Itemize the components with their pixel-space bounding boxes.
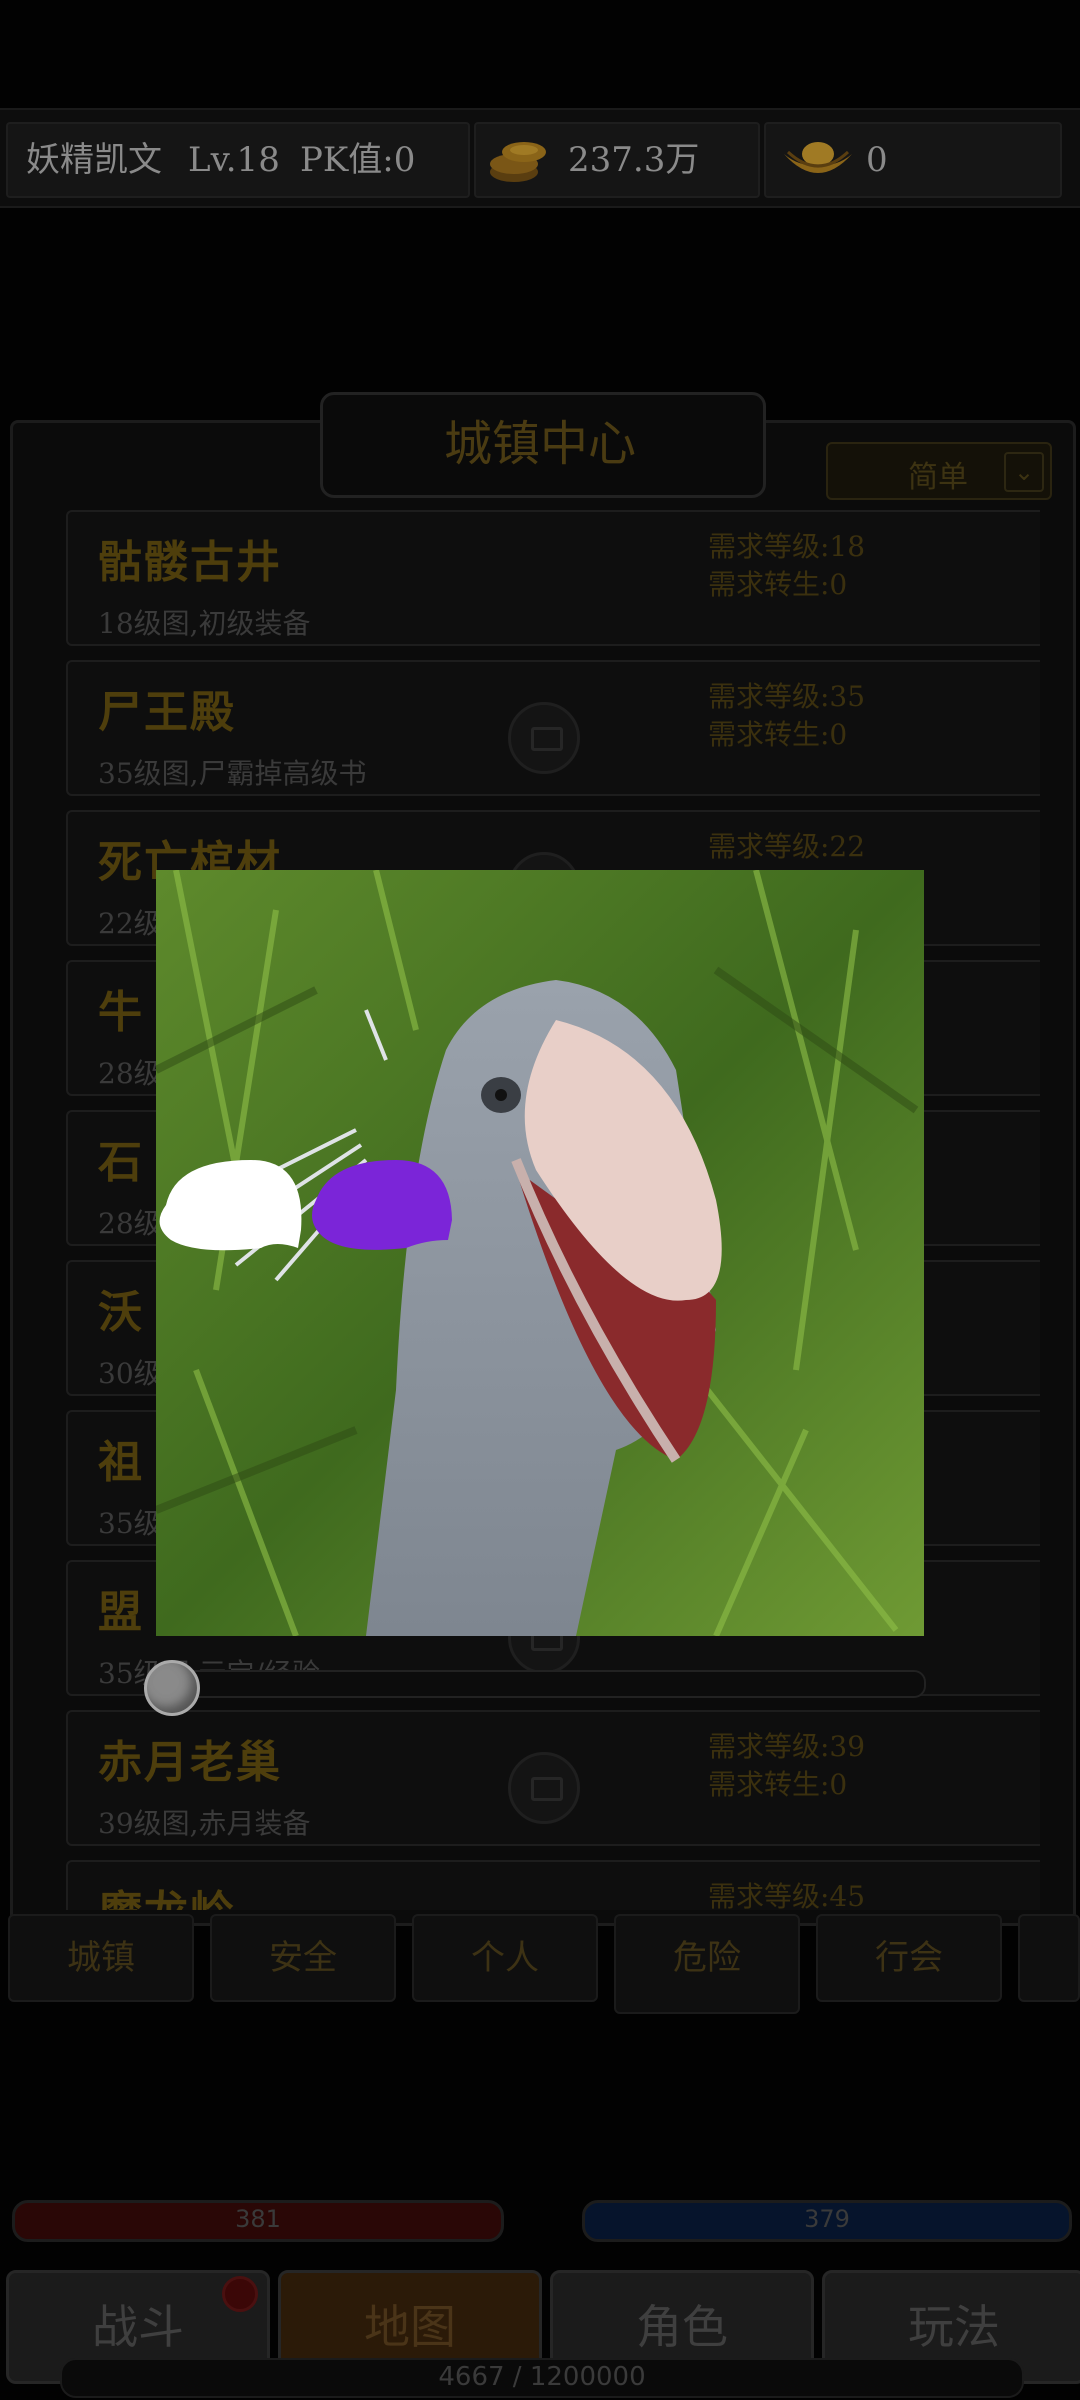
- tab-danger[interactable]: 危险: [614, 1914, 800, 2014]
- hp-bar: 381: [12, 2200, 504, 2242]
- ingot-amount: 0: [866, 140, 888, 180]
- tab-guild[interactable]: 行会: [816, 1914, 1002, 2002]
- panel-title: 城镇中心: [443, 416, 636, 472]
- gold-coins-icon: [490, 142, 546, 182]
- pk-value: PK值:0: [300, 140, 416, 180]
- tab-personal[interactable]: 个人: [412, 1914, 598, 2002]
- map-desc: 28级: [98, 1057, 162, 1090]
- map-name: 骷髅古井: [98, 537, 282, 588]
- map-desc: 35级: [98, 1507, 162, 1540]
- media-seek-bar[interactable]: [150, 1670, 926, 1698]
- notification-dot: [222, 2276, 258, 2312]
- status-bar: 妖精凯文 Lv.18 PK值:0 237.3万 0: [0, 108, 1080, 208]
- seek-knob[interactable]: [144, 1660, 200, 1716]
- map-desc: 18级图,初级装备: [98, 607, 311, 640]
- map-name: 石: [98, 1137, 144, 1188]
- req-level: 需求等级:18: [708, 530, 866, 563]
- chevron-down-icon: ⌄: [1004, 452, 1044, 492]
- map-name: 牛: [98, 987, 144, 1038]
- map-desc: 39级图,赤月装备: [98, 1807, 311, 1840]
- map-requirements: 需求等级:45: [708, 1878, 865, 1910]
- map-requirements: 需求等级:39 需求转生:0: [708, 1728, 865, 1804]
- shoebill-photo: [156, 870, 924, 1636]
- map-row[interactable]: 魔龙岭 需求等级:45: [66, 1860, 1040, 1910]
- req-level: 需求等级:22: [708, 830, 866, 863]
- gold-ingot-icon: [784, 142, 852, 173]
- tab-more[interactable]: [1018, 1914, 1080, 2002]
- difficulty-label: 简单: [908, 460, 968, 495]
- map-desc: 35级图,尸霸掉高级书: [98, 757, 367, 790]
- map-name: 魔龙岭: [98, 1876, 236, 1910]
- map-requirements: 需求等级:35 需求转生:0: [708, 678, 865, 754]
- map-name: 祖: [98, 1437, 144, 1488]
- mp-value: 379: [804, 2205, 850, 2233]
- player-level: Lv.18: [188, 140, 280, 180]
- map-name: 赤月老巢: [98, 1737, 282, 1788]
- gold-amount: 237.3万: [568, 140, 700, 180]
- player-name: 妖精凯文: [26, 140, 162, 180]
- hp-value: 381: [235, 2205, 281, 2233]
- exp-bar: 4667 / 1200000: [60, 2358, 1024, 2398]
- map-row[interactable]: 赤月老巢 39级图,赤月装备 需求等级:39 需求转生:0: [66, 1710, 1040, 1846]
- map-name: 尸王殿: [98, 687, 236, 738]
- req-level: 需求等级:35: [708, 680, 866, 713]
- ingot-cell: 0: [764, 122, 1062, 198]
- req-rebirth: 需求转生:0: [708, 718, 848, 751]
- category-tabs: 城镇 安全 个人 危险 行会: [0, 1914, 1080, 2014]
- enter-map-button[interactable]: [508, 702, 580, 774]
- player-info: 妖精凯文 Lv.18 PK值:0: [6, 122, 470, 198]
- map-requirements: 需求等级:18 需求转生:0: [708, 528, 865, 604]
- req-level: 需求等级:45: [708, 1880, 866, 1910]
- tab-town[interactable]: 城镇: [8, 1914, 194, 2002]
- gold-cell: 237.3万: [474, 122, 760, 198]
- map-name: 沃: [98, 1287, 144, 1338]
- difficulty-dropdown[interactable]: 简单 ⌄: [826, 442, 1052, 500]
- req-level: 需求等级:39: [708, 1730, 866, 1763]
- mp-bar: 379: [582, 2200, 1072, 2242]
- req-rebirth: 需求转生:0: [708, 1768, 848, 1801]
- map-desc: 28级: [98, 1207, 162, 1240]
- map-requirements: 需求等级:22: [708, 828, 865, 866]
- map-desc: 22级: [98, 907, 162, 940]
- enter-map-button[interactable]: [508, 1752, 580, 1824]
- map-row[interactable]: 尸王殿 35级图,尸霸掉高级书 需求等级:35 需求转生:0: [66, 660, 1040, 796]
- map-row[interactable]: 骷髅古井 18级图,初级装备 需求等级:18 需求转生:0: [66, 510, 1040, 646]
- map-name: 盟: [98, 1587, 144, 1638]
- map-desc: 30级: [98, 1357, 162, 1390]
- tab-safe[interactable]: 安全: [210, 1914, 396, 2002]
- exp-value: 4667 / 1200000: [438, 2362, 646, 2392]
- req-rebirth: 需求转生:0: [708, 568, 848, 601]
